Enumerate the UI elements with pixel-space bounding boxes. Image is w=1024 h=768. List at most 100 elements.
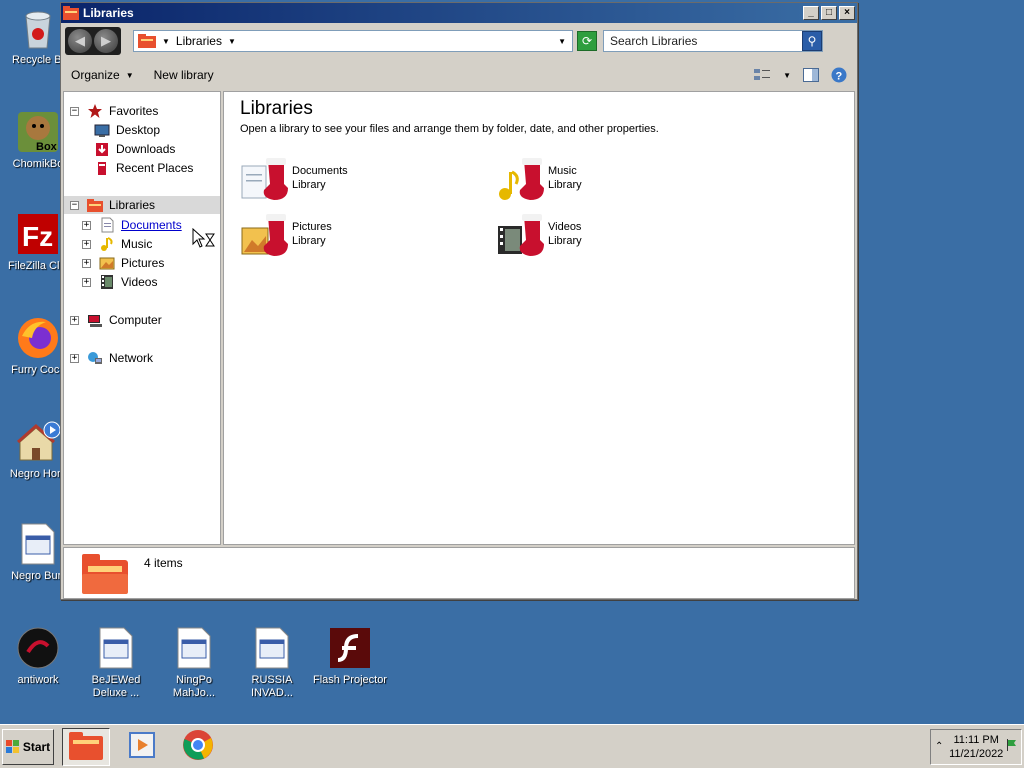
show-hidden-icons-icon[interactable]: ⌃ bbox=[935, 741, 943, 752]
videos-filmstrip-icon bbox=[99, 274, 115, 290]
close-button[interactable]: × bbox=[839, 6, 855, 20]
tree-item-computer[interactable]: + Computer bbox=[70, 311, 162, 329]
library-type: Library bbox=[292, 179, 326, 191]
expand-icon[interactable]: + bbox=[82, 220, 91, 230]
desktop-icon-label: NingPo MahJo... bbox=[172, 674, 216, 699]
svg-text:Box: Box bbox=[36, 141, 58, 153]
desktop-icon-antiwork[interactable]: antiwork bbox=[0, 626, 76, 687]
library-type: Library bbox=[548, 179, 582, 191]
favorites-star-icon bbox=[87, 103, 103, 119]
expand-icon[interactable]: + bbox=[70, 353, 79, 363]
maximize-button[interactable]: □ bbox=[821, 6, 837, 20]
desktop-icon-ningpo[interactable]: NingPo MahJo... bbox=[156, 626, 232, 700]
breadcrumb-libraries[interactable]: Libraries bbox=[176, 34, 222, 48]
taskbar-chrome-button[interactable] bbox=[174, 728, 222, 766]
library-item-pictures[interactable]: Pictures Library bbox=[240, 214, 460, 258]
downloads-icon bbox=[94, 141, 110, 157]
tree-item-videos[interactable]: + Videos bbox=[82, 273, 157, 291]
music-library-icon bbox=[496, 158, 546, 202]
desktop-icon-label: Flash Projector bbox=[313, 674, 387, 686]
antiwork-icon bbox=[16, 626, 60, 670]
title-bar[interactable]: Libraries _ □ × bbox=[61, 3, 857, 23]
libraries-folder-icon bbox=[82, 552, 128, 594]
view-options-chevron-icon[interactable]: ▼ bbox=[783, 71, 791, 80]
navigation-pane: − Favorites Desktop Downloads Recent Pla… bbox=[63, 91, 221, 545]
change-view-icon[interactable] bbox=[753, 68, 771, 82]
content-pane: Libraries Open a library to see your fil… bbox=[223, 91, 855, 545]
tree-item-network[interactable]: + Network bbox=[70, 349, 153, 367]
library-item-documents[interactable]: Documents Library bbox=[240, 158, 460, 202]
search-icon[interactable]: ⚲ bbox=[802, 31, 822, 51]
application-file-icon bbox=[94, 626, 138, 670]
taskbar-media-player-button[interactable] bbox=[118, 728, 166, 766]
command-bar: Organize ▼ New library ▼ ? bbox=[61, 59, 857, 91]
desktop-icon-flash-projector[interactable]: Flash Projector bbox=[312, 626, 388, 687]
clock[interactable]: 11:11 PM 11/21/2022 bbox=[945, 733, 1007, 761]
taskbar-explorer-button[interactable] bbox=[62, 727, 110, 766]
address-field[interactable]: ▼ Libraries ▼ ▼ bbox=[133, 30, 573, 52]
application-file-icon bbox=[250, 626, 294, 670]
tree-label-pictures: Pictures bbox=[121, 256, 165, 270]
breadcrumb-separator-icon[interactable]: ▼ bbox=[162, 37, 170, 46]
music-note-icon bbox=[99, 236, 115, 252]
library-name: Documents bbox=[292, 165, 348, 177]
tree-label-documents[interactable]: Documents bbox=[121, 218, 182, 232]
new-library-button[interactable]: New library bbox=[154, 68, 214, 82]
action-center-flag-icon[interactable] bbox=[1007, 739, 1017, 754]
flash-icon bbox=[328, 626, 372, 670]
search-placeholder: Search Libraries bbox=[610, 34, 698, 48]
organize-label: Organize bbox=[71, 68, 120, 82]
forward-arrow-icon[interactable]: ▶ bbox=[94, 29, 118, 53]
minimize-button[interactable]: _ bbox=[803, 6, 819, 20]
help-icon[interactable]: ? bbox=[831, 67, 847, 83]
tree-item-downloads[interactable]: Downloads bbox=[94, 140, 175, 158]
firefox-icon bbox=[16, 316, 60, 360]
expand-icon[interactable]: + bbox=[82, 239, 91, 249]
back-arrow-icon[interactable]: ◀ bbox=[68, 29, 92, 53]
pictures-icon bbox=[99, 255, 115, 271]
collapse-icon[interactable]: − bbox=[70, 200, 79, 210]
address-history-dropdown-icon[interactable]: ▼ bbox=[558, 37, 566, 46]
breadcrumb-chevron-icon[interactable]: ▼ bbox=[228, 37, 236, 46]
library-name: Music bbox=[548, 165, 577, 177]
refresh-icon[interactable]: ⟳ bbox=[577, 31, 597, 51]
tree-item-favorites[interactable]: − Favorites bbox=[70, 102, 158, 120]
expand-icon[interactable]: + bbox=[82, 258, 91, 268]
recent-places-icon bbox=[94, 160, 110, 176]
organize-menu-button[interactable]: Organize ▼ bbox=[71, 68, 134, 82]
search-input[interactable]: Search Libraries ⚲ bbox=[603, 30, 823, 52]
expand-icon[interactable]: + bbox=[70, 315, 79, 325]
desktop-icon-label: BeJEWed Deluxe ... bbox=[91, 674, 141, 699]
desktop-icon-russia-invaders[interactable]: RUSSIA INVAD... bbox=[234, 626, 310, 700]
clock-date: 11/21/2022 bbox=[949, 747, 1004, 760]
tree-label-desktop: Desktop bbox=[116, 123, 161, 137]
page-title: Libraries bbox=[240, 98, 313, 119]
tree-item-music[interactable]: + Music bbox=[82, 235, 152, 253]
library-item-music[interactable]: Music Library bbox=[496, 158, 716, 202]
taskbar: Start ⌃ 11:11 PM 11/21/2022 bbox=[0, 724, 1024, 768]
clock-time: 11:11 PM bbox=[953, 733, 999, 746]
desktop-icon-label: RUSSIA INVAD... bbox=[251, 674, 293, 699]
start-button[interactable]: Start bbox=[2, 728, 54, 765]
desktop-icon-bejeweled[interactable]: BeJEWed Deluxe ... bbox=[78, 626, 154, 700]
page-subtitle: Open a library to see your files and arr… bbox=[240, 123, 659, 135]
tree-item-recent-places[interactable]: Recent Places bbox=[94, 159, 193, 177]
collapse-icon[interactable]: − bbox=[70, 106, 79, 116]
libraries-folder-icon bbox=[87, 197, 103, 213]
library-name: Pictures bbox=[292, 221, 332, 233]
application-file-icon bbox=[172, 626, 216, 670]
address-bar: ◀ ▶ ▼ Libraries ▼ ▼ ⟳ Search Libraries ⚲ bbox=[61, 23, 857, 59]
tree-item-documents[interactable]: + Documents bbox=[82, 216, 182, 234]
computer-icon bbox=[87, 312, 103, 328]
library-type: Library bbox=[292, 235, 326, 247]
preview-pane-icon[interactable] bbox=[803, 68, 819, 82]
library-item-videos[interactable]: Videos Library bbox=[496, 214, 716, 258]
tree-item-pictures[interactable]: + Pictures bbox=[82, 254, 164, 272]
tree-item-libraries[interactable]: − Libraries bbox=[64, 196, 220, 214]
expand-icon[interactable]: + bbox=[82, 277, 91, 287]
tree-item-desktop[interactable]: Desktop bbox=[94, 121, 160, 139]
recycle-bin-icon bbox=[16, 6, 60, 50]
busy-cursor-icon bbox=[192, 227, 216, 250]
videos-library-icon bbox=[496, 214, 546, 258]
libraries-folder-icon bbox=[63, 6, 79, 20]
